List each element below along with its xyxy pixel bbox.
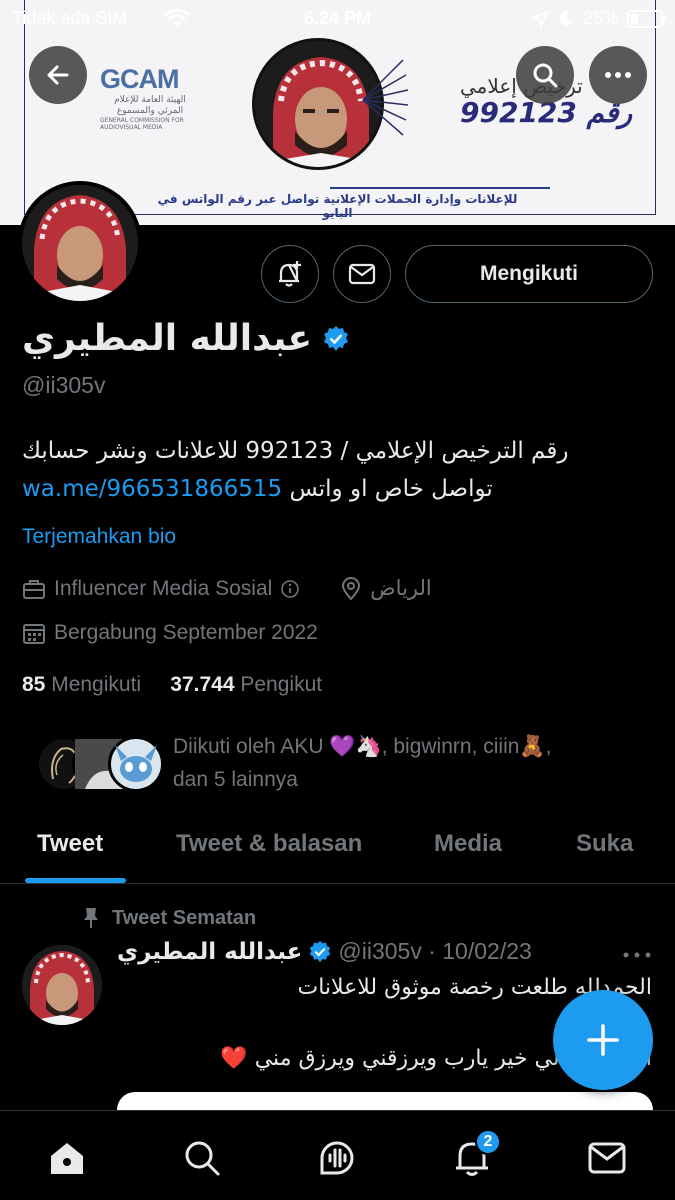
- profile-meta-joined: Bergabung September 2022: [22, 621, 318, 645]
- profile-handle: @ii305v: [22, 372, 106, 398]
- nav-home[interactable]: [42, 1133, 92, 1183]
- following-label: Mengikuti: [51, 673, 142, 696]
- moon-icon: [559, 11, 573, 26]
- location-pin-icon: [342, 576, 361, 601]
- profile-bio: رقم الترخيص الإعلامي / 992123 للاعلانات …: [22, 432, 622, 508]
- followers-label: Pengikut: [240, 673, 323, 696]
- search-button[interactable]: [516, 46, 574, 104]
- briefcase-icon: [23, 579, 45, 599]
- tweet-header: عبدالله المطيري @ii305v · 10/02/23: [117, 938, 532, 965]
- banner-rays: [362, 59, 408, 136]
- status-bar: Tidak ada SIM 6.24 PM 25%: [0, 0, 675, 38]
- bio-line-2-text: تواصل خاص او واتس: [282, 476, 493, 502]
- gcam-logo: GCAM الهيئة العامة للإعلام المرئي والمسم…: [100, 64, 186, 131]
- profile-location: الرياض: [370, 577, 432, 600]
- tweet-author-handle-date: @ii305v · 10/02/23: [338, 938, 532, 964]
- profile-tabs: Tweet Tweet & balasan Media Suka: [0, 820, 675, 884]
- notification-badge: 2: [475, 1129, 501, 1155]
- verified-badge-icon: [324, 325, 349, 351]
- tweet-text-line-1: الحمدلله طلعت رخصة موثوق للاعلانات: [297, 975, 652, 1000]
- battery-percent: 25%: [582, 8, 619, 28]
- followed-by-line-1: Diikuti oleh AKU 💜🦄, bigwinrn, ciiin🧸,: [173, 735, 552, 758]
- tab-tweets-replies[interactable]: Tweet & balasan: [176, 830, 362, 858]
- mail-icon: [588, 1142, 626, 1174]
- nav-spaces[interactable]: [312, 1133, 362, 1183]
- battery-icon: [627, 9, 666, 28]
- following-count: 85: [22, 673, 46, 696]
- calendar-icon: [23, 624, 45, 644]
- message-button[interactable]: [333, 245, 391, 303]
- wifi-icon: [164, 8, 190, 27]
- verified-badge-icon: [310, 940, 331, 962]
- back-button[interactable]: [29, 46, 87, 104]
- tweet-author-name[interactable]: عبدالله المطيري: [117, 939, 302, 965]
- bottom-nav: 2: [0, 1110, 675, 1200]
- follower-avatar-3: [108, 736, 164, 792]
- profile-name-text: عبدالله المطيري: [22, 318, 313, 359]
- bio-line-2: wa.me/966531866515 تواصل خاص او واتس: [22, 470, 622, 508]
- following-button[interactable]: Mengikuti: [405, 245, 653, 303]
- more-icon: [623, 952, 651, 958]
- followers-count: 37.744: [170, 673, 235, 696]
- bio-line-1: رقم الترخيص الإعلامي / 992123 للاعلانات …: [22, 438, 569, 464]
- more-options-button[interactable]: [589, 46, 647, 104]
- following-link[interactable]: 85 Mengikuti: [22, 673, 141, 696]
- banner-tagline: للإعلانات وإدارة الحملات الإعلانية تواصل…: [157, 192, 518, 220]
- more-icon: [605, 72, 631, 78]
- search-icon: [185, 1141, 220, 1176]
- tab-tweets[interactable]: Tweet: [37, 830, 103, 858]
- info-icon[interactable]: [280, 579, 300, 599]
- profile-joined: Bergabung September 2022: [54, 621, 318, 644]
- followers-link[interactable]: 37.744 Pengikut: [170, 673, 322, 696]
- nav-notifications[interactable]: 2: [447, 1129, 501, 1183]
- profile-meta-category: Influencer Media Sosial الرياض: [22, 576, 432, 601]
- followed-by-line-2: dan 5 lainnya: [173, 768, 298, 791]
- profile-name: عبدالله المطيري: [22, 318, 350, 359]
- followed-by-text: Diikuti oleh AKU 💜🦄, bigwinrn, ciiin🧸, d…: [173, 730, 551, 796]
- home-icon: [51, 1143, 83, 1174]
- tweet-author-avatar[interactable]: [22, 945, 102, 1025]
- pinned-label-text: Tweet Sematan: [112, 906, 257, 929]
- mail-icon: [348, 263, 376, 285]
- tweet-more-button[interactable]: [622, 940, 652, 965]
- followed-by-section[interactable]: Diikuti oleh AKU 💜🦄, bigwinrn, ciiin🧸, d…: [36, 730, 656, 800]
- profile-avatar[interactable]: [18, 181, 142, 305]
- compose-tweet-button[interactable]: [553, 990, 653, 1090]
- search-icon: [533, 63, 558, 88]
- spaces-icon: [320, 1141, 354, 1175]
- tab-likes[interactable]: Suka: [576, 830, 633, 858]
- pin-icon: [84, 908, 98, 928]
- tab-media[interactable]: Media: [434, 830, 502, 858]
- plus-icon: [587, 1024, 619, 1056]
- location-arrow-icon: [530, 9, 549, 28]
- follow-counts: 85 Mengikuti 37.744 Pengikut: [22, 673, 322, 697]
- profile-category: Influencer Media Sosial: [54, 576, 273, 600]
- banner-divider: [330, 187, 550, 189]
- notify-button[interactable]: [261, 245, 319, 303]
- bio-whatsapp-link[interactable]: wa.me/966531866515: [22, 476, 282, 502]
- pinned-label: Tweet Sematan: [82, 906, 256, 930]
- nav-messages[interactable]: [582, 1133, 632, 1183]
- active-tab-indicator: [25, 878, 126, 883]
- nav-search[interactable]: [177, 1133, 227, 1183]
- back-arrow-icon: [47, 65, 69, 85]
- translate-bio-link[interactable]: Terjemahkan bio: [22, 525, 176, 549]
- bell-plus-icon: [279, 261, 301, 287]
